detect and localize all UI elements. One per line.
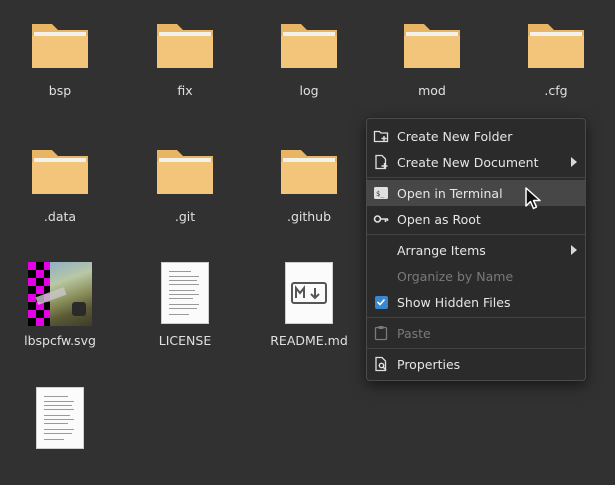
context-menu: Create New Folder Create New Document $_…	[366, 118, 586, 381]
file-label: .cfg	[544, 83, 568, 98]
submenu-arrow-icon	[571, 157, 577, 167]
file-license[interactable]: LICENSE	[130, 250, 240, 360]
submenu-arrow-icon	[571, 245, 577, 255]
clipboard-icon	[373, 325, 389, 341]
file-readme-md[interactable]: README.md	[254, 250, 364, 360]
file-label: mod	[418, 83, 446, 98]
menu-item-label: Properties	[397, 356, 461, 372]
menu-item-label: Paste	[397, 325, 431, 341]
folder-icon	[277, 12, 341, 76]
menu-item-label: Arrange Items	[397, 242, 486, 258]
menu-item-organize-by-name: Organize by Name	[367, 263, 585, 289]
menu-item-properties[interactable]: Properties	[367, 351, 585, 377]
file-label: .github	[286, 209, 332, 224]
file-lbspcfw-svg[interactable]: lbspcfw.svg	[5, 250, 115, 360]
file-label: bsp	[48, 83, 72, 98]
menu-item-open-as-root[interactable]: Open as Root	[367, 206, 585, 232]
folder-git[interactable]: .git	[130, 126, 240, 236]
markdown-icon	[291, 282, 327, 304]
file-label: README.md	[270, 333, 348, 348]
svg-thumbnail-icon	[28, 262, 92, 326]
folder-icon	[400, 12, 464, 76]
folder-icon	[153, 12, 217, 76]
folder-bsp[interactable]: bsp	[5, 0, 115, 110]
mouse-cursor-icon	[525, 187, 541, 210]
folder-fix[interactable]: fix	[130, 0, 240, 110]
checkbox-checked-icon[interactable]	[373, 294, 389, 310]
menu-item-label: Create New Document	[397, 154, 539, 170]
text-document-icon	[28, 387, 92, 451]
folder-github[interactable]: .github	[254, 126, 364, 236]
file-document[interactable]	[5, 375, 115, 485]
menu-item-paste: Paste	[367, 320, 585, 346]
folder-icon	[277, 138, 341, 202]
file-label: .git	[174, 209, 196, 224]
menu-item-label: Open in Terminal	[397, 185, 503, 201]
folder-icon	[153, 138, 217, 202]
menu-item-create-new-document[interactable]: Create New Document	[367, 149, 585, 175]
file-label: .data	[43, 209, 77, 224]
properties-icon	[373, 356, 389, 372]
menu-item-show-hidden-files[interactable]: Show Hidden Files	[367, 289, 585, 315]
key-icon	[373, 211, 389, 227]
folder-cfg[interactable]: .cfg	[501, 0, 611, 110]
menu-item-open-in-terminal[interactable]: $_ Open in Terminal	[367, 180, 585, 206]
folder-icon	[28, 12, 92, 76]
thumbnail-detail	[72, 302, 86, 316]
folder-log[interactable]: log	[254, 0, 364, 110]
folder-plus-icon	[373, 128, 389, 144]
folder-icon	[28, 138, 92, 202]
blank-icon	[373, 242, 389, 258]
menu-separator	[367, 234, 585, 235]
document-plus-icon	[373, 154, 389, 170]
menu-item-create-new-folder[interactable]: Create New Folder	[367, 123, 585, 149]
menu-separator	[367, 177, 585, 178]
file-label: lbspcfw.svg	[24, 333, 96, 348]
document-page	[161, 262, 209, 324]
folder-data[interactable]: .data	[5, 126, 115, 236]
image-thumbnail	[28, 262, 92, 326]
folder-icon	[524, 12, 588, 76]
menu-separator	[367, 317, 585, 318]
blank-icon	[373, 268, 389, 284]
menu-separator	[367, 348, 585, 349]
svg-text:$_: $_	[376, 190, 385, 198]
file-label: LICENSE	[158, 333, 212, 348]
menu-item-label: Create New Folder	[397, 128, 513, 144]
terminal-icon: $_	[373, 185, 389, 201]
menu-item-label: Show Hidden Files	[397, 294, 511, 310]
markdown-document-icon	[277, 262, 341, 326]
folder-mod[interactable]: mod	[377, 0, 487, 110]
menu-item-arrange-items[interactable]: Arrange Items	[367, 237, 585, 263]
menu-item-label: Open as Root	[397, 211, 481, 227]
file-label: log	[299, 83, 319, 98]
file-label: fix	[177, 83, 193, 98]
document-page	[285, 262, 333, 324]
text-document-icon	[153, 262, 217, 326]
menu-item-label: Organize by Name	[397, 268, 514, 284]
